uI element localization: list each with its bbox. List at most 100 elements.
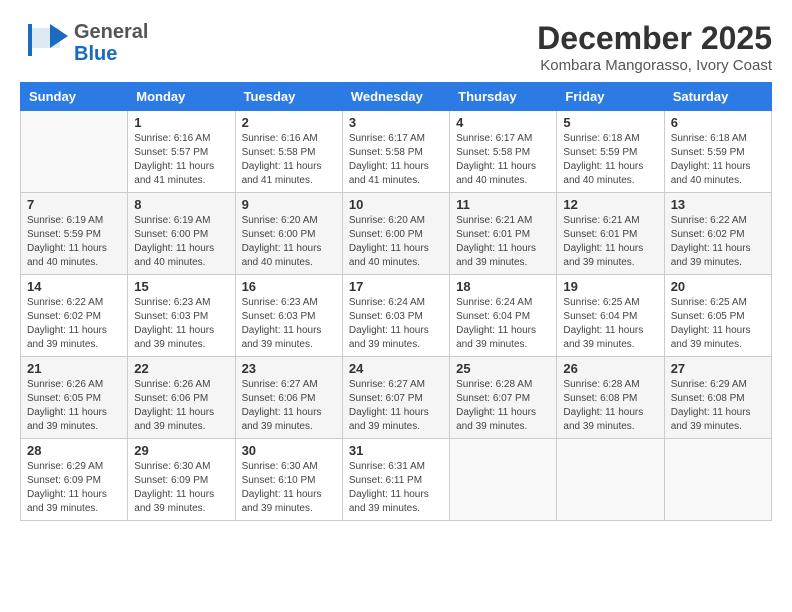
calendar-cell: 13 Sunrise: 6:22 AMSunset: 6:02 PMDayligh… [664,193,771,275]
day-info: Sunrise: 6:18 AMSunset: 5:59 PMDaylight:… [671,132,765,188]
col-header-sunday: Sunday [21,83,128,111]
calendar-cell: 4 Sunrise: 6:17 AMSunset: 5:58 PMDaylight… [450,111,557,193]
day-info: Sunrise: 6:26 AMSunset: 6:05 PMDaylight:… [27,378,121,434]
day-number: 12 [563,197,657,212]
day-info: Sunrise: 6:29 AMSunset: 6:09 PMDaylight:… [27,460,121,516]
calendar-cell: 19 Sunrise: 6:25 AMSunset: 6:04 PMDayligh… [557,275,664,357]
logo-general: General [74,21,148,43]
page-header: General Blue December 2025 Kombara Mango… [20,20,772,74]
title-block: December 2025 Kombara Mangorasso, Ivory … [537,20,772,74]
day-number: 28 [27,443,121,458]
calendar-cell: 10 Sunrise: 6:20 AMSunset: 6:00 PMDayligh… [342,193,449,275]
day-number: 31 [349,443,443,458]
day-number: 11 [456,197,550,212]
day-number: 18 [456,279,550,294]
day-number: 16 [242,279,336,294]
calendar-cell: 31 Sunrise: 6:31 AMSunset: 6:11 PMDayligh… [342,439,449,521]
day-info: Sunrise: 6:20 AMSunset: 6:00 PMDaylight:… [242,214,336,270]
day-number: 8 [134,197,228,212]
calendar-table: SundayMondayTuesdayWednesdayThursdayFrid… [20,82,772,521]
calendar-cell: 9Sunrise: 6:20 AMSunset: 6:00 PMDaylight… [235,193,342,275]
day-info: Sunrise: 6:28 AMSunset: 6:07 PMDaylight:… [456,378,550,434]
col-header-saturday: Saturday [664,83,771,111]
calendar-cell: 16 Sunrise: 6:23 AMSunset: 6:03 PMDayligh… [235,275,342,357]
calendar-cell: 20 Sunrise: 6:25 AMSunset: 6:05 PMDayligh… [664,275,771,357]
calendar-week-row: 21 Sunrise: 6:26 AMSunset: 6:05 PMDayligh… [21,357,772,439]
calendar-cell: 5 Sunrise: 6:18 AMSunset: 5:59 PMDaylight… [557,111,664,193]
calendar-cell: 29 Sunrise: 6:30 AMSunset: 6:09 PMDayligh… [128,439,235,521]
day-number: 27 [671,361,765,376]
day-number: 1 [134,115,228,130]
day-info: Sunrise: 6:30 AMSunset: 6:10 PMDaylight:… [242,460,336,516]
day-number: 21 [27,361,121,376]
calendar-cell: 30 Sunrise: 6:30 AMSunset: 6:10 PMDayligh… [235,439,342,521]
day-number: 15 [134,279,228,294]
day-info: Sunrise: 6:27 AMSunset: 6:07 PMDaylight:… [349,378,443,434]
main-title: December 2025 [537,20,772,57]
day-number: 4 [456,115,550,130]
day-info: Sunrise: 6:23 AMSunset: 6:03 PMDaylight:… [242,296,336,352]
day-info: Sunrise: 6:30 AMSunset: 6:09 PMDaylight:… [134,460,228,516]
day-info: Sunrise: 6:18 AMSunset: 5:59 PMDaylight:… [563,132,657,188]
calendar-cell: 21 Sunrise: 6:26 AMSunset: 6:05 PMDayligh… [21,357,128,439]
calendar-week-row: 14Sunrise: 6:22 AMSunset: 6:02 PMDayligh… [21,275,772,357]
day-info: Sunrise: 6:22 AMSunset: 6:02 PMDaylight:… [671,214,765,270]
calendar-cell: 27 Sunrise: 6:29 AMSunset: 6:08 PMDayligh… [664,357,771,439]
calendar-cell: 25 Sunrise: 6:28 AMSunset: 6:07 PMDayligh… [450,357,557,439]
day-info: Sunrise: 6:25 AMSunset: 6:05 PMDaylight:… [671,296,765,352]
day-number: 30 [242,443,336,458]
day-info: Sunrise: 6:25 AMSunset: 6:04 PMDaylight:… [563,296,657,352]
day-number: 5 [563,115,657,130]
day-info: Sunrise: 6:21 AMSunset: 6:01 PMDaylight:… [456,214,550,270]
day-info: Sunrise: 6:17 AMSunset: 5:58 PMDaylight:… [456,132,550,188]
day-number: 14 [27,279,121,294]
day-number: 10 [349,197,443,212]
calendar-cell: 3Sunrise: 6:17 AMSunset: 5:58 PMDaylight… [342,111,449,193]
col-header-wednesday: Wednesday [342,83,449,111]
day-number: 29 [134,443,228,458]
calendar-cell [664,439,771,521]
day-info: Sunrise: 6:29 AMSunset: 6:08 PMDaylight:… [671,378,765,434]
day-number: 24 [349,361,443,376]
day-info: Sunrise: 6:27 AMSunset: 6:06 PMDaylight:… [242,378,336,434]
calendar-cell [450,439,557,521]
calendar-cell: 2Sunrise: 6:16 AMSunset: 5:58 PMDaylight… [235,111,342,193]
calendar-cell: 22Sunrise: 6:26 AMSunset: 6:06 PMDayligh… [128,357,235,439]
calendar-cell: 15 Sunrise: 6:23 AMSunset: 6:03 PMDayligh… [128,275,235,357]
day-info: Sunrise: 6:24 AMSunset: 6:04 PMDaylight:… [456,296,550,352]
day-info: Sunrise: 6:21 AMSunset: 6:01 PMDaylight:… [563,214,657,270]
logo-blue: Blue [74,43,117,65]
day-info: Sunrise: 6:20 AMSunset: 6:00 PMDaylight:… [349,214,443,270]
day-info: Sunrise: 6:16 AMSunset: 5:58 PMDaylight:… [242,132,336,188]
day-info: Sunrise: 6:24 AMSunset: 6:03 PMDaylight:… [349,296,443,352]
calendar-cell: 1Sunrise: 6:16 AMSunset: 5:57 PMDaylight… [128,111,235,193]
day-number: 13 [671,197,765,212]
logo-text-block: General Blue [74,21,148,65]
col-header-monday: Monday [128,83,235,111]
calendar-cell: 6 Sunrise: 6:18 AMSunset: 5:59 PMDaylight… [664,111,771,193]
day-info: Sunrise: 6:19 AMSunset: 6:00 PMDaylight:… [134,214,228,270]
calendar-cell: 14Sunrise: 6:22 AMSunset: 6:02 PMDayligh… [21,275,128,357]
day-info: Sunrise: 6:23 AMSunset: 6:03 PMDaylight:… [134,296,228,352]
logo: General Blue [20,20,148,65]
col-header-tuesday: Tuesday [235,83,342,111]
day-number: 6 [671,115,765,130]
calendar-cell: 8 Sunrise: 6:19 AMSunset: 6:00 PMDaylight… [128,193,235,275]
day-info: Sunrise: 6:28 AMSunset: 6:08 PMDaylight:… [563,378,657,434]
day-number: 19 [563,279,657,294]
subtitle: Kombara Mangorasso, Ivory Coast [537,57,772,74]
day-info: Sunrise: 6:31 AMSunset: 6:11 PMDaylight:… [349,460,443,516]
day-number: 23 [242,361,336,376]
calendar-cell: 12 Sunrise: 6:21 AMSunset: 6:01 PMDayligh… [557,193,664,275]
calendar-cell [557,439,664,521]
day-number: 25 [456,361,550,376]
day-number: 7 [27,197,121,212]
calendar-cell [21,111,128,193]
calendar-cell: 11 Sunrise: 6:21 AMSunset: 6:01 PMDayligh… [450,193,557,275]
col-header-friday: Friday [557,83,664,111]
day-number: 20 [671,279,765,294]
day-info: Sunrise: 6:17 AMSunset: 5:58 PMDaylight:… [349,132,443,188]
day-number: 22 [134,361,228,376]
day-info: Sunrise: 6:19 AMSunset: 5:59 PMDaylight:… [27,214,121,270]
calendar-week-row: 1Sunrise: 6:16 AMSunset: 5:57 PMDaylight… [21,111,772,193]
